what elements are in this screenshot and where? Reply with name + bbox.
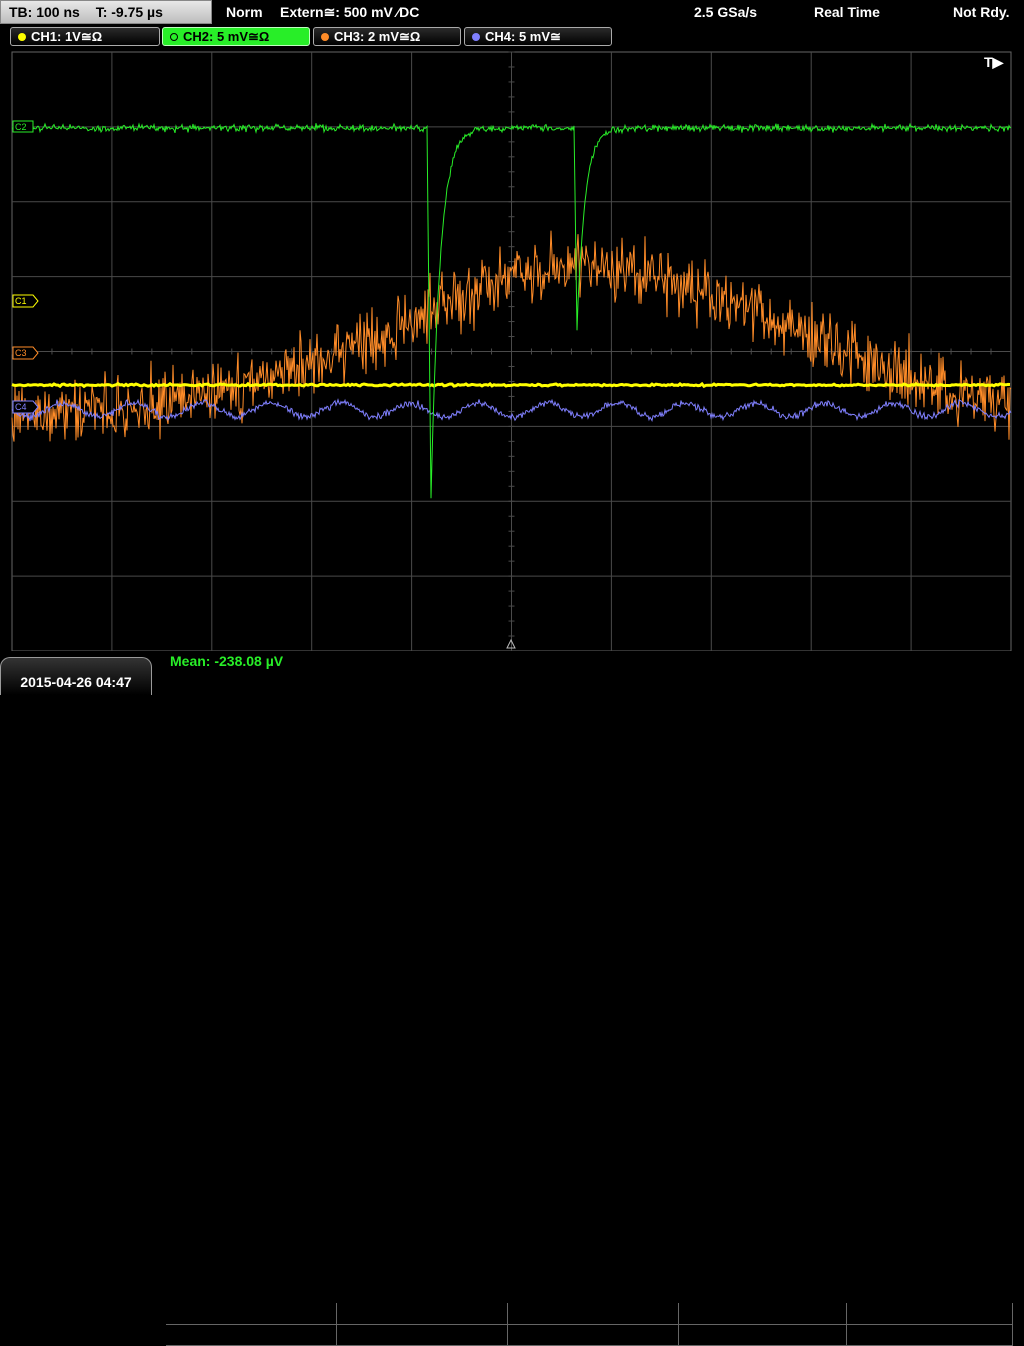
- channel-2-dot-icon: [170, 33, 178, 41]
- channel-1-trace: [11, 381, 1011, 389]
- channel-4-label: CH4: 5 mV≅: [485, 29, 561, 44]
- channel-3-tab[interactable]: CH3: 2 mV≅Ω: [313, 27, 461, 46]
- acquisition-mode[interactable]: Real Time: [814, 0, 880, 24]
- channel-2-label: CH2: 5 mV≅Ω: [183, 29, 270, 44]
- timebase-label: TB: 100 ns: [9, 4, 80, 20]
- channel-1-tab[interactable]: CH1: 1V≅Ω: [10, 27, 160, 46]
- trigger-state: Not Rdy.: [953, 4, 1010, 20]
- datetime-tab[interactable]: 2015-04-26 04:47: [0, 657, 152, 695]
- channel-1-marker[interactable]: C1: [12, 294, 39, 308]
- channel-bar: CH1: 1V≅Ω CH2: 5 mV≅Ω CH3: 2 mV≅Ω CH4: 5…: [0, 26, 1024, 48]
- trigger-mode[interactable]: Norm: [226, 0, 263, 24]
- trigger-position-marker[interactable]: T▶: [984, 54, 1005, 70]
- sample-rate[interactable]: 2.5 GSa/s: [694, 0, 757, 24]
- measurement-table: [166, 1303, 1013, 1346]
- channel-4-tab[interactable]: CH4: 5 mV≅: [464, 27, 612, 46]
- channel-1-marker-label: C1: [15, 296, 27, 306]
- trigger-time-label: T: -9.75 µs: [95, 4, 163, 20]
- mean-measurement[interactable]: Mean: -238.08 µV: [170, 653, 283, 669]
- channel-1-dot-icon: [18, 33, 26, 41]
- channel-2-marker-label: C2: [15, 122, 27, 132]
- waveform-display[interactable]: C2 C1 C3 C4 T▶: [0, 48, 1024, 651]
- channel-3-dot-icon: [321, 33, 329, 41]
- channel-4-dot-icon: [472, 33, 480, 41]
- top-status-bar: TB: 100 ns T: -9.75 µs Norm Extern≅: 500…: [0, 0, 1024, 26]
- channel-1-label: CH1: 1V≅Ω: [31, 29, 103, 44]
- trigger-source[interactable]: Extern≅: 500 mV ⁄DC: [280, 0, 419, 24]
- channel-3-label: CH3: 2 mV≅Ω: [334, 29, 421, 44]
- channel-3-marker-label: C3: [15, 348, 27, 358]
- channel-4-marker-label: C4: [15, 402, 27, 412]
- channel-3-marker[interactable]: C3: [12, 346, 39, 360]
- timebase-box[interactable]: TB: 100 ns T: -9.75 µs: [0, 0, 212, 24]
- channel-4-marker[interactable]: C4: [12, 400, 39, 414]
- channel-2-marker[interactable]: C2: [12, 120, 34, 133]
- bottom-bar: [0, 651, 1024, 1346]
- channel-2-tab[interactable]: CH2: 5 mV≅Ω: [162, 27, 310, 46]
